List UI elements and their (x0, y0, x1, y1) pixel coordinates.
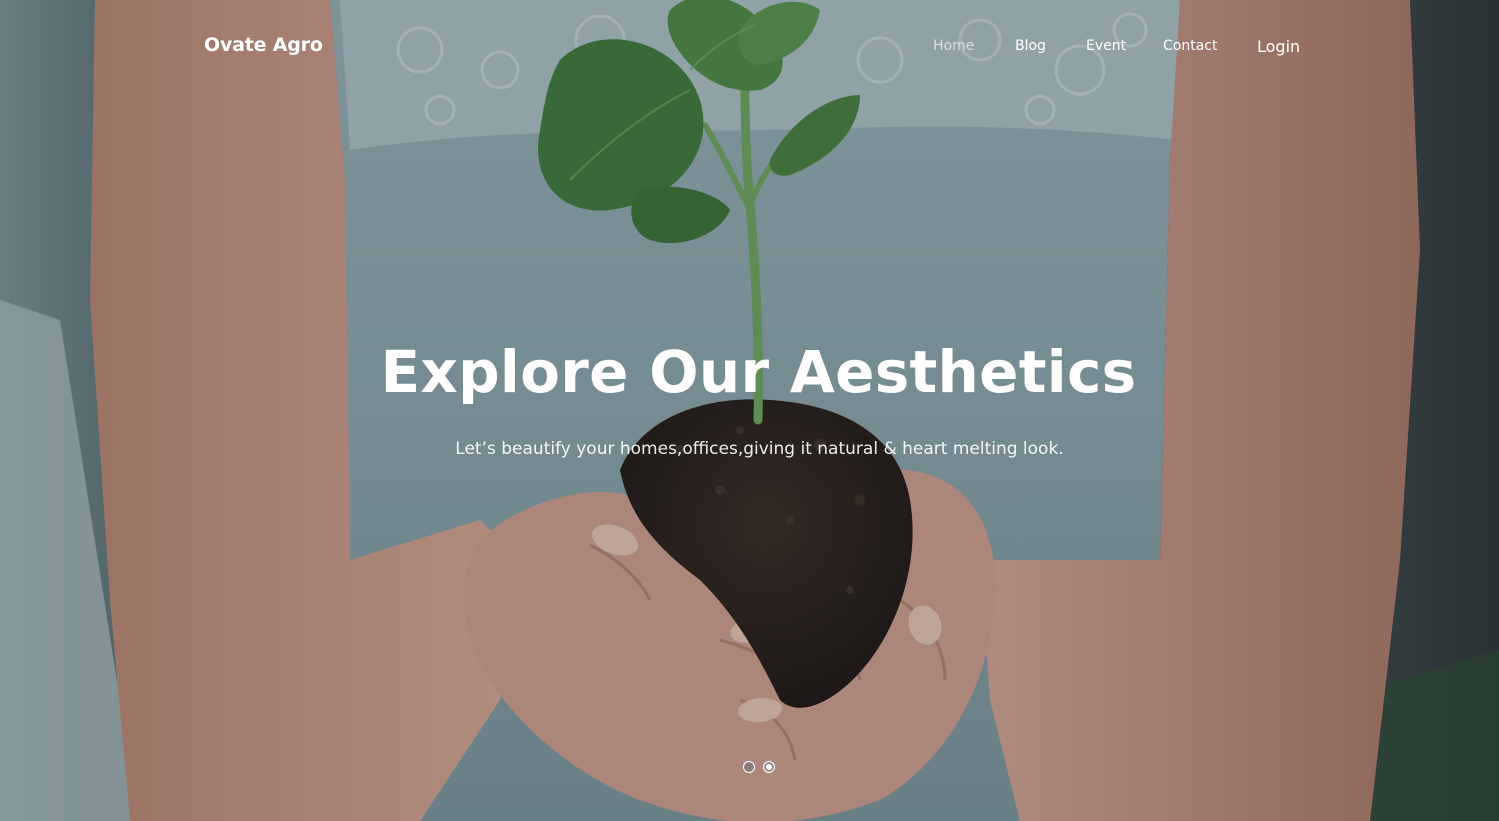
hero-overlay (0, 0, 1499, 821)
nav-link-home[interactable]: Home (933, 38, 974, 54)
nav-link-blog[interactable]: Blog (1015, 38, 1046, 54)
hero-section: Ovate Agro Home Blog Event Contact Login… (0, 0, 1499, 821)
main-nav: Home Blog Event Contact Login (0, 37, 1499, 58)
hero-title: Explore Our Aesthetics (380, 338, 1137, 406)
carousel-dot-2[interactable] (763, 761, 775, 773)
hero-subtitle: Let’s beautify your homes,offices,giving… (455, 439, 1064, 459)
nav-link-contact[interactable]: Contact (1163, 38, 1217, 54)
carousel-dot-1[interactable] (743, 761, 755, 773)
login-link[interactable]: Login (1257, 37, 1300, 56)
nav-link-event[interactable]: Event (1086, 38, 1126, 54)
